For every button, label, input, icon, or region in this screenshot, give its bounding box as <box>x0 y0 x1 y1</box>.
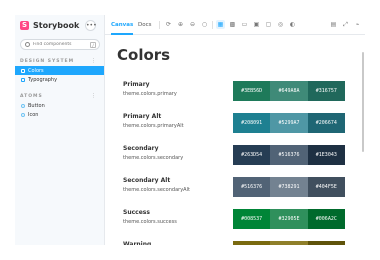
swatch-group <box>233 241 345 245</box>
color-token: theme.colors.secondaryAlt <box>123 187 190 193</box>
swatch-group: #008537 #32905E #006A2C <box>233 209 345 229</box>
swatch-group: #208091 #5299A7 #206674 <box>233 113 345 133</box>
search-shortcut: / <box>90 42 96 48</box>
color-row: Warning <box>123 241 345 245</box>
color-name: Primary <box>123 81 150 88</box>
page-title: Colors <box>117 46 171 64</box>
zoom-reset-icon[interactable]: ○ <box>200 20 209 29</box>
color-row: Secondary theme.colors.secondary #263D54 #5… <box>123 145 345 171</box>
group-title-design-system[interactable]: DESIGN SYSTEM <box>20 59 74 64</box>
color-swatch[interactable] <box>307 241 345 245</box>
color-row: Primary theme.colors.primary #3EB56D #649A8… <box>123 81 345 107</box>
link-icon[interactable]: ⌁ <box>353 20 362 29</box>
storybook-logo-icon: S <box>20 21 29 30</box>
group-toggle-icon[interactable]: ⋮ <box>91 93 96 99</box>
reload-icon[interactable]: ⟳ <box>164 20 173 29</box>
color-name: Secondary <box>123 145 159 152</box>
color-row: Secondary Alt theme.colors.secondaryAlt #5… <box>123 177 345 203</box>
tab-canvas[interactable]: Canvas <box>111 15 134 35</box>
sidebar-item-label: Colors <box>28 67 44 74</box>
color-name: Primary Alt <box>123 113 162 120</box>
color-swatch[interactable] <box>233 241 271 245</box>
sidebar-item-typography[interactable]: Typography <box>15 75 104 84</box>
color-row: Success theme.colors.success #008537 #32905… <box>123 209 345 235</box>
brand[interactable]: S Storybook <box>20 21 79 30</box>
component-icon <box>21 103 25 108</box>
search-icon <box>25 42 30 47</box>
zoom-out-icon[interactable]: ⊖ <box>188 20 197 29</box>
color-swatch[interactable]: #006A2C <box>307 209 345 229</box>
color-swatch[interactable]: #263D54 <box>233 145 271 165</box>
sidebar-item-label: Icon <box>28 111 39 118</box>
color-swatch[interactable]: #649A8A <box>270 81 308 101</box>
sidebar-item-label: Button <box>28 102 45 109</box>
scrollbar[interactable] <box>362 52 364 152</box>
sidebar-item-icon[interactable]: Icon <box>15 110 104 119</box>
color-name: Success <box>123 209 150 216</box>
color-swatch[interactable]: #32905E <box>270 209 308 229</box>
color-token: theme.colors.secondary <box>123 155 184 161</box>
group-title-atoms[interactable]: ATOMS <box>20 94 43 99</box>
color-row: Primary Alt theme.colors.primaryAlt #20809… <box>123 113 345 139</box>
document-icon <box>21 68 25 73</box>
brand-name: Storybook <box>33 21 80 30</box>
color-swatch[interactable]: #316757 <box>307 81 345 101</box>
measure-icon[interactable]: ▭ <box>240 20 249 29</box>
sidebar-item-button[interactable]: Button <box>15 101 104 110</box>
viewport-icon[interactable]: ▢ <box>264 20 273 29</box>
color-swatch[interactable] <box>270 241 308 245</box>
color-token: theme.colors.primary <box>123 91 177 97</box>
color-swatch[interactable]: #1E3043 <box>307 145 345 165</box>
color-swatch[interactable]: #516376 <box>233 177 271 197</box>
search-input[interactable] <box>33 42 93 47</box>
color-swatch[interactable]: #208091 <box>233 113 271 133</box>
component-icon <box>21 112 25 117</box>
document-icon <box>21 77 25 82</box>
ellipsis-icon[interactable]: ••• <box>85 20 97 31</box>
color-swatch[interactable]: #5299A7 <box>270 113 308 133</box>
toolbar: Canvas Docs ⟳ ⊕ ⊖ ○ ▦ ▩ ▭ ▣ ▢ ◎ ◐ ▤ ⤢ ⌁ <box>105 15 365 35</box>
color-swatch[interactable]: #404F5E <box>307 177 345 197</box>
zoom-in-icon[interactable]: ⊕ <box>176 20 185 29</box>
grid-icon[interactable]: ▦ <box>216 20 225 29</box>
color-name: Secondary Alt <box>123 177 171 184</box>
toolbar-divider <box>212 21 213 29</box>
group-toggle-icon[interactable]: ⋮ <box>91 58 96 64</box>
theme-icon[interactable]: ◐ <box>288 20 297 29</box>
color-token: theme.colors.success <box>123 219 177 225</box>
fullscreen-icon[interactable]: ⤢ <box>341 20 350 29</box>
swatch-group: #263D54 #516376 #1E3043 <box>233 145 345 165</box>
background-icon[interactable]: ▩ <box>228 20 237 29</box>
color-swatch[interactable]: #516376 <box>270 145 308 165</box>
search-box[interactable]: / <box>20 39 100 50</box>
toolbar-divider <box>159 21 160 29</box>
tab-docs[interactable]: Docs <box>138 15 152 35</box>
swatch-group: #3EB56D #649A8A #316757 <box>233 81 345 101</box>
outline-icon[interactable]: ▣ <box>252 20 261 29</box>
color-name: Warning <box>123 241 152 245</box>
sidebar-item-colors[interactable]: Colors <box>15 66 104 75</box>
storybook-app: S Storybook ••• / DESIGN SYSTEM ⋮ Colors… <box>15 15 365 245</box>
sidebar: S Storybook ••• / DESIGN SYSTEM ⋮ Colors… <box>15 15 105 245</box>
color-swatch[interactable]: #206674 <box>307 113 345 133</box>
color-swatch[interactable]: #008537 <box>233 209 271 229</box>
docs-main: Colors Primary theme.colors.primary #3EB56… <box>105 36 365 245</box>
sidebar-item-label: Typography <box>28 76 58 83</box>
color-swatch[interactable]: #738291 <box>270 177 308 197</box>
color-swatch[interactable]: #3EB56D <box>233 81 271 101</box>
sidebar-toggle-icon[interactable]: ▤ <box>329 20 338 29</box>
accessibility-icon[interactable]: ◎ <box>276 20 285 29</box>
swatch-group: #516376 #738291 #404F5E <box>233 177 345 197</box>
color-token: theme.colors.primaryAlt <box>123 123 184 129</box>
